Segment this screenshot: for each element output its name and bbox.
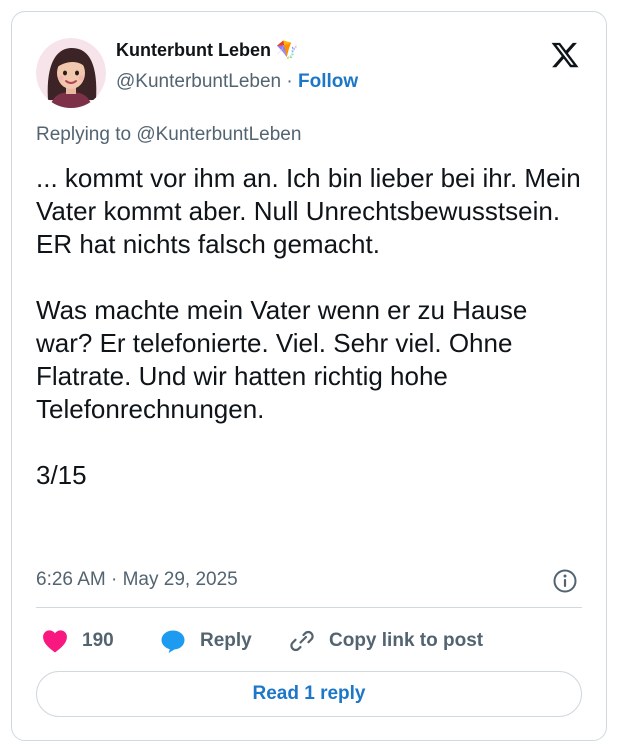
- author-avatar[interactable]: [36, 38, 106, 108]
- info-icon[interactable]: [552, 568, 578, 594]
- tweet-card: Kunterbunt Leben 🪁 @KunterbuntLeben · Fo…: [11, 11, 607, 741]
- tweet-paragraph: Was machte mein Vater wenn er zu Hause w…: [36, 295, 528, 424]
- reply-bubble-icon: [161, 630, 185, 653]
- x-logo-icon[interactable]: [550, 40, 580, 70]
- reply-label: Reply: [200, 630, 252, 651]
- read-replies-button[interactable]: Read 1 reply: [36, 671, 582, 717]
- tweet-text: ... kommt vor ihm an. Ich bin lieber bei…: [36, 162, 586, 492]
- author-handle-line: @KunterbuntLeben · Follow: [116, 71, 358, 93]
- author-handle[interactable]: @KunterbuntLeben: [116, 71, 281, 92]
- like-button[interactable]: 190: [42, 626, 114, 656]
- like-count: 190: [82, 630, 114, 651]
- replying-to[interactable]: Replying to @KunterbuntLeben: [36, 124, 301, 146]
- tweet-timestamp[interactable]: 6:26 AM · May 29, 2025: [36, 569, 238, 591]
- handle-separator: ·: [281, 71, 298, 92]
- avatar-woman-dark-hair-icon: [36, 38, 106, 108]
- reply-button[interactable]: Reply: [160, 626, 252, 656]
- divider: [36, 607, 582, 608]
- heart-icon: [43, 630, 67, 653]
- author-name[interactable]: Kunterbunt Leben 🪁: [116, 40, 298, 61]
- follow-link[interactable]: Follow: [298, 71, 358, 92]
- copy-link-label: Copy link to post: [329, 630, 484, 651]
- copy-link-button[interactable]: Copy link to post: [289, 626, 483, 656]
- link-icon: [290, 630, 314, 652]
- tweet-paragraph: ... kommt vor ihm an. Ich bin lieber bei…: [36, 163, 581, 259]
- tweet-paragraph: 3/15: [36, 460, 87, 490]
